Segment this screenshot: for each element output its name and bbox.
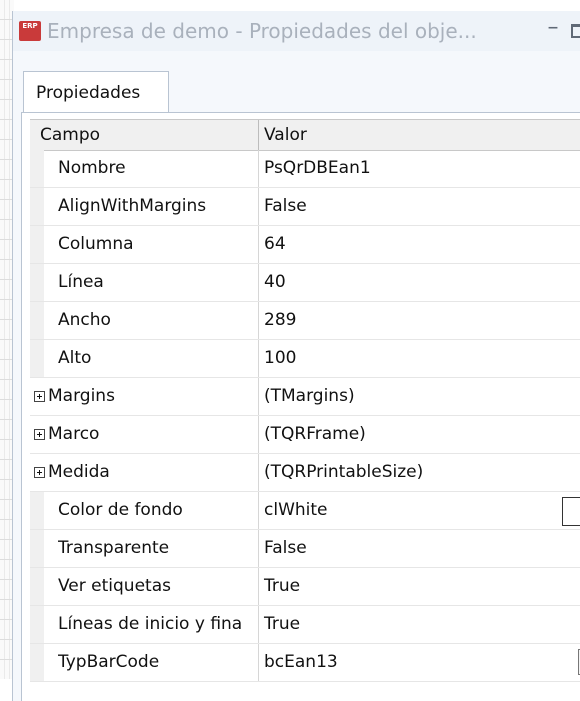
expand-plus-icon[interactable] — [34, 467, 45, 478]
property-name: Ancho — [58, 310, 111, 330]
property-name: Líneas de inicio y fina — [58, 614, 243, 634]
erp-app-icon: ERP — [19, 21, 41, 41]
property-name: Margins — [48, 386, 115, 406]
row-gutter — [30, 226, 44, 263]
property-row-nombre[interactable]: Nombre PsQrDBEan1 — [30, 150, 580, 188]
property-name: Marco — [48, 424, 100, 444]
row-separator — [258, 416, 259, 453]
row-gutter — [30, 302, 44, 339]
property-row-linea[interactable]: Línea 40 — [30, 264, 580, 302]
property-value[interactable]: False — [264, 530, 307, 567]
title-bar[interactable]: ERP Empresa de demo - Propiedades del ob… — [13, 11, 580, 51]
property-name: AlignWithMargins — [58, 196, 207, 216]
row-separator — [258, 264, 259, 301]
property-name: TypBarCode — [58, 652, 160, 672]
property-row-medida[interactable]: Medida (TQRPrintableSize) — [30, 454, 580, 492]
property-grid: Campo Valor Nombre PsQrDBEan1 AlignWithM… — [21, 112, 580, 701]
row-separator — [258, 606, 259, 643]
property-value[interactable]: (TMargins) — [264, 378, 355, 415]
row-gutter — [30, 568, 44, 605]
row-gutter — [30, 530, 44, 567]
row-separator — [258, 530, 259, 567]
row-separator — [258, 568, 259, 605]
properties-window: ERP Empresa de demo - Propiedades del ob… — [12, 11, 580, 701]
row-separator — [258, 150, 259, 187]
property-row-ancho[interactable]: Ancho 289 — [30, 302, 580, 340]
property-rows: Nombre PsQrDBEan1 AlignWithMargins False… — [30, 150, 580, 682]
row-separator — [258, 302, 259, 339]
property-row-columna[interactable]: Columna 64 — [30, 226, 580, 264]
tab-propiedades[interactable]: Propiedades — [23, 71, 169, 113]
column-header-valor[interactable]: Valor — [264, 120, 307, 150]
column-header-campo[interactable]: Campo — [40, 120, 100, 150]
row-gutter — [30, 188, 44, 225]
property-row-alignwithmargins[interactable]: AlignWithMargins False — [30, 188, 580, 226]
grid-header: Campo Valor — [30, 119, 580, 151]
row-gutter — [30, 606, 44, 643]
row-gutter — [30, 150, 44, 187]
row-gutter — [30, 644, 44, 681]
property-name: Transparente — [58, 538, 170, 558]
property-row-typbarcode[interactable]: TypBarCode bcEan13 — [30, 644, 580, 682]
property-name: Alto — [58, 348, 92, 368]
property-name: Línea — [58, 272, 104, 292]
property-name: Medida — [48, 462, 110, 482]
column-separator[interactable] — [258, 120, 259, 150]
property-row-ver-etiquetas[interactable]: Ver etiquetas True — [30, 568, 580, 606]
row-gutter — [30, 264, 44, 301]
property-value[interactable]: 64 — [264, 226, 286, 263]
property-row-margins[interactable]: Margins (TMargins) — [30, 378, 580, 416]
tab-strip: Propiedades — [13, 51, 580, 113]
property-value[interactable]: PsQrDBEan1 — [264, 150, 371, 187]
expand-plus-icon[interactable] — [34, 429, 45, 440]
minimize-button[interactable]: – — [541, 17, 565, 41]
property-row-transparente[interactable]: Transparente False — [30, 530, 580, 568]
maximize-button[interactable] — [571, 24, 580, 38]
property-name: Ver etiquetas — [58, 576, 171, 596]
property-value[interactable]: bcEan13 — [264, 644, 338, 681]
property-value[interactable]: False — [264, 188, 307, 225]
row-separator — [258, 226, 259, 263]
property-name: Color de fondo — [58, 500, 183, 520]
row-separator — [258, 340, 259, 377]
property-value[interactable]: True — [264, 606, 300, 643]
property-row-marco[interactable]: Marco (TQRFrame) — [30, 416, 580, 454]
property-value[interactable]: clWhite — [264, 492, 328, 529]
property-value[interactable]: 100 — [264, 340, 296, 377]
row-separator — [258, 188, 259, 225]
property-name: Columna — [58, 234, 134, 254]
row-separator — [258, 644, 259, 681]
row-separator — [258, 454, 259, 491]
property-row-alto[interactable]: Alto 100 — [30, 340, 580, 378]
property-value[interactable]: (TQRFrame) — [264, 416, 366, 453]
property-value[interactable]: (TQRPrintableSize) — [264, 454, 423, 491]
color-swatch[interactable] — [562, 497, 580, 526]
property-value[interactable]: True — [264, 568, 300, 605]
property-row-color-de-fondo[interactable]: Color de fondo clWhite — [30, 492, 580, 530]
window-title: Empresa de demo - Propiedades del obje..… — [47, 19, 477, 43]
property-row-lineas-inicio[interactable]: Líneas de inicio y fina True — [30, 606, 580, 644]
property-value[interactable]: 289 — [264, 302, 296, 339]
row-gutter — [30, 492, 44, 529]
expand-plus-icon[interactable] — [34, 391, 45, 402]
row-gutter — [30, 340, 44, 377]
row-separator — [258, 492, 259, 529]
row-separator — [258, 378, 259, 415]
property-name: Nombre — [58, 158, 126, 178]
property-value[interactable]: 40 — [264, 264, 286, 301]
